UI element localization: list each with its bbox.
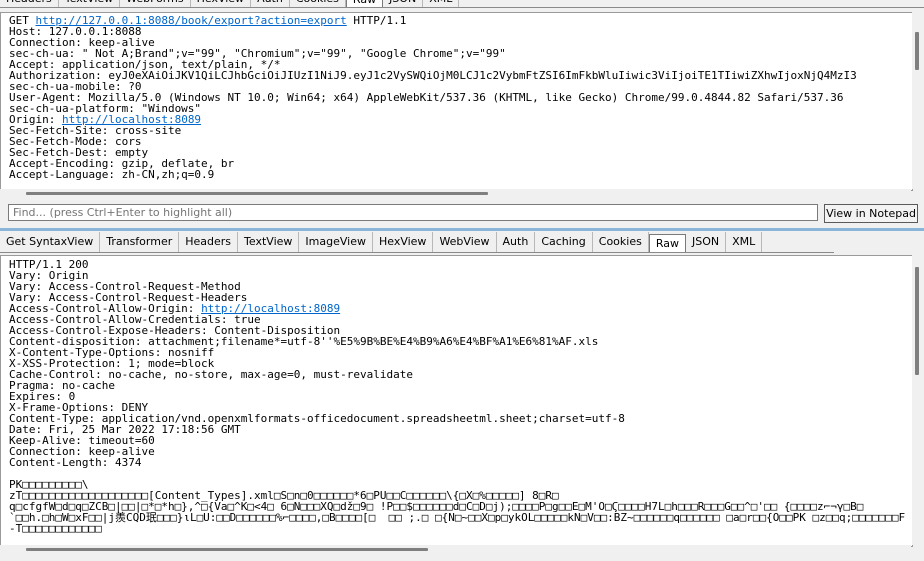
request-horizontal-scroll-thumb[interactable] [26, 192, 488, 195]
response-horizontal-scroll-thumb[interactable] [26, 548, 428, 551]
request-tab-headers[interactable]: Headers [0, 0, 59, 7]
request-tab-json[interactable]: JSON [383, 0, 424, 7]
response-body-line: -T□□□□□□□□□□□□ [9, 522, 102, 535]
response-header-line: Content-Length: 4374 [9, 456, 142, 469]
request-tab-cookies[interactable]: Cookies [290, 0, 346, 7]
request-tab-strip: HeadersTextViewWebFormsHexViewAuthCookie… [0, 0, 924, 8]
response-tab-transformer[interactable]: Transformer [100, 232, 180, 252]
response-text: HTTP/1.1 200 Vary: Origin Vary: Access-C… [1, 256, 912, 534]
request-raw-pane[interactable]: GET http://127.0.0.1:8088/book/export?ac… [0, 12, 913, 191]
response-vertical-scroll-thumb[interactable] [915, 267, 919, 375]
pane-splitter[interactable] [0, 228, 924, 231]
response-tab-cookies[interactable]: Cookies [593, 232, 649, 252]
response-tab-auth[interactable]: Auth [497, 232, 536, 252]
find-bar: View in Notepad [0, 201, 924, 225]
response-tab-headers[interactable]: Headers [179, 232, 239, 252]
response-raw-pane[interactable]: HTTP/1.1 200 Vary: Origin Vary: Access-C… [0, 255, 913, 547]
request-vertical-scrollbar[interactable] [912, 12, 922, 189]
response-tab-imageview[interactable]: ImageView [299, 232, 373, 252]
request-protocol: HTTP/1.1 [346, 14, 407, 27]
request-tab-textview[interactable]: TextView [59, 0, 121, 7]
response-tab-raw[interactable]: Raw [648, 234, 686, 252]
request-tab-webforms[interactable]: WebForms [120, 0, 191, 7]
request-vertical-scroll-thumb[interactable] [915, 32, 919, 70]
request-tab-hexview[interactable]: HexView [191, 0, 252, 7]
response-tab-textview[interactable]: TextView [238, 232, 300, 252]
response-tab-strip: Get SyntaxView Transformer Headers TextView… [0, 232, 834, 253]
find-input[interactable] [8, 204, 818, 221]
response-tab-caching[interactable]: Caching [535, 232, 593, 252]
response-tab-get-syntaxview[interactable]: Get SyntaxView [0, 232, 101, 252]
request-tab-auth[interactable]: Auth [251, 0, 290, 7]
response-body-line: `□□h.□h□W□xF□□|j羨CQD珉□□□}ιL□U:□□D□□□□□□%… [9, 511, 906, 524]
response-tab-json[interactable]: JSON [686, 232, 727, 252]
response-vertical-scrollbar[interactable] [912, 255, 922, 545]
response-tab-xml[interactable]: XML [726, 232, 763, 252]
request-horizontal-scrollbar[interactable] [0, 189, 911, 199]
response-horizontal-scrollbar[interactable] [0, 545, 911, 555]
request-tab-raw[interactable]: Raw [345, 0, 384, 7]
request-header-line: Accept-Language: zh-CN,zh;q=0.9 [9, 168, 215, 181]
response-tab-hexview[interactable]: HexView [373, 232, 434, 252]
request-text: GET http://127.0.0.1:8088/book/export?ac… [1, 13, 912, 180]
view-in-notepad-button[interactable]: View in Notepad [824, 204, 918, 223]
response-tab-webview[interactable]: WebView [433, 232, 497, 252]
request-tab-xml[interactable]: XML [423, 0, 460, 7]
